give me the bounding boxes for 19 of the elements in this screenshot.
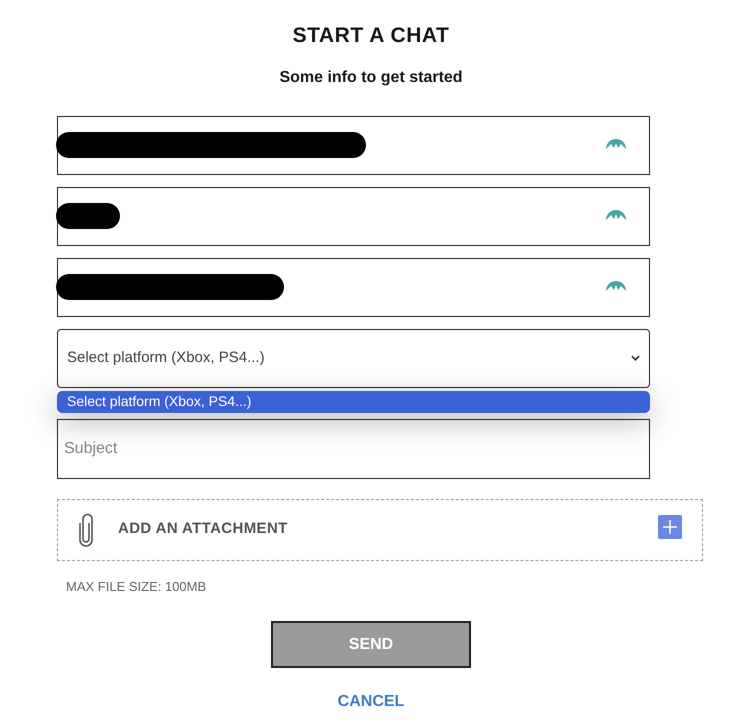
subject-field[interactable]: Subject [57, 418, 650, 478]
send-button[interactable]: SEND [271, 621, 471, 668]
chevron-down-icon [631, 355, 640, 361]
platform-select[interactable]: Select platform (Xbox, PS4...) [57, 328, 650, 388]
mountain-icon [606, 280, 626, 290]
plus-icon[interactable] [658, 514, 682, 538]
dropdown-option[interactable]: Select platform (Xbox, PS4...) [57, 390, 650, 412]
cancel-link[interactable]: CANCEL [338, 690, 404, 714]
mountain-icon [606, 210, 626, 220]
mountain-icon [606, 138, 626, 148]
subtitle: Some info to get started [279, 68, 463, 88]
attachment-label: ADD AN ATTACHMENT [118, 519, 289, 540]
text-field[interactable] [57, 186, 650, 246]
file-size-note: MAX FILE SIZE: 100MB [66, 578, 208, 596]
text-field[interactable] [57, 258, 650, 316]
attachment-box[interactable]: ADD AN ATTACHMENT [57, 498, 703, 560]
dialog-title: START A CHAT [292, 23, 450, 49]
text-field[interactable] [57, 116, 650, 174]
paperclip-icon [78, 512, 94, 546]
